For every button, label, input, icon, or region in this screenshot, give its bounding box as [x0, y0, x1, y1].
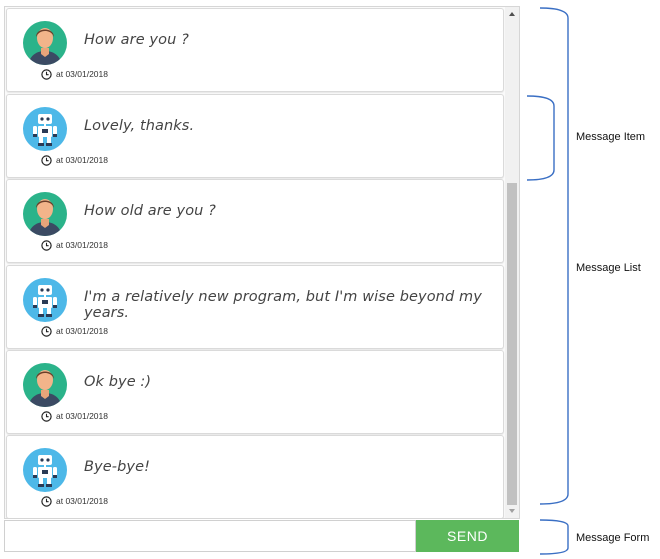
annotation-brackets — [526, 7, 569, 555]
scrollbar[interactable] — [505, 7, 519, 518]
message-timestamp: at 03/01/2018 — [56, 69, 108, 79]
message-text: Lovely, thanks. — [84, 118, 195, 134]
message-list-annotation: Message List — [576, 262, 641, 274]
message-form: SEND — [4, 520, 520, 552]
message-meta: at 03/01/2018 — [41, 153, 108, 167]
message-input[interactable] — [4, 520, 416, 552]
message-text: How old are you ? — [84, 203, 216, 219]
message-text: Bye-bye! — [84, 459, 151, 475]
message-meta: at 03/01/2018 — [41, 67, 108, 81]
scroll-down-arrow-icon[interactable] — [505, 504, 519, 518]
send-button[interactable]: SEND — [416, 520, 519, 552]
robot-avatar-icon — [23, 448, 67, 492]
chat-panel: How are you ? at 03/01/2018 Lovely, than… — [4, 6, 520, 519]
clock-icon — [41, 154, 52, 166]
user-avatar-icon — [23, 21, 67, 65]
message-item: How are you ? at 03/01/2018 — [6, 8, 504, 92]
annotations: Message Item Message List Message Form — [520, 0, 660, 559]
message-item: Bye-bye! at 03/01/2018 — [6, 435, 504, 518]
message-meta: at 03/01/2018 — [41, 494, 108, 508]
user-avatar-icon — [23, 192, 67, 236]
message-item: Ok bye :) at 03/01/2018 — [6, 350, 504, 434]
clock-icon — [41, 495, 52, 507]
message-item-annotation: Message Item — [576, 131, 646, 143]
message-list[interactable]: How are you ? at 03/01/2018 Lovely, than… — [5, 7, 505, 518]
robot-avatar-icon — [23, 107, 67, 151]
user-avatar-icon — [23, 363, 67, 407]
message-timestamp: at 03/01/2018 — [56, 326, 108, 336]
message-timestamp: at 03/01/2018 — [56, 496, 108, 506]
message-item: Lovely, thanks. at 03/01/2018 — [6, 94, 504, 178]
robot-avatar-icon — [23, 278, 67, 322]
scrollbar-thumb[interactable] — [507, 183, 517, 505]
message-text: I'm a relatively new program, but I'm wi… — [84, 289, 482, 321]
clock-icon — [41, 325, 52, 337]
message-meta: at 03/01/2018 — [41, 409, 108, 423]
clock-icon — [41, 410, 52, 422]
message-text: Ok bye :) — [84, 374, 152, 390]
message-item: How old are you ? at 03/01/2018 — [6, 179, 504, 263]
clock-icon — [41, 68, 52, 80]
message-text: How are you ? — [84, 32, 189, 48]
message-meta: at 03/01/2018 — [41, 238, 108, 252]
message-form-annotation: Message Form — [576, 532, 650, 544]
message-item: I'm a relatively new program, but I'm wi… — [6, 265, 504, 349]
message-timestamp: at 03/01/2018 — [56, 411, 108, 421]
message-meta: at 03/01/2018 — [41, 324, 108, 338]
message-timestamp: at 03/01/2018 — [56, 155, 108, 165]
scroll-up-arrow-icon[interactable] — [505, 7, 519, 21]
clock-icon — [41, 239, 52, 251]
message-timestamp: at 03/01/2018 — [56, 240, 108, 250]
